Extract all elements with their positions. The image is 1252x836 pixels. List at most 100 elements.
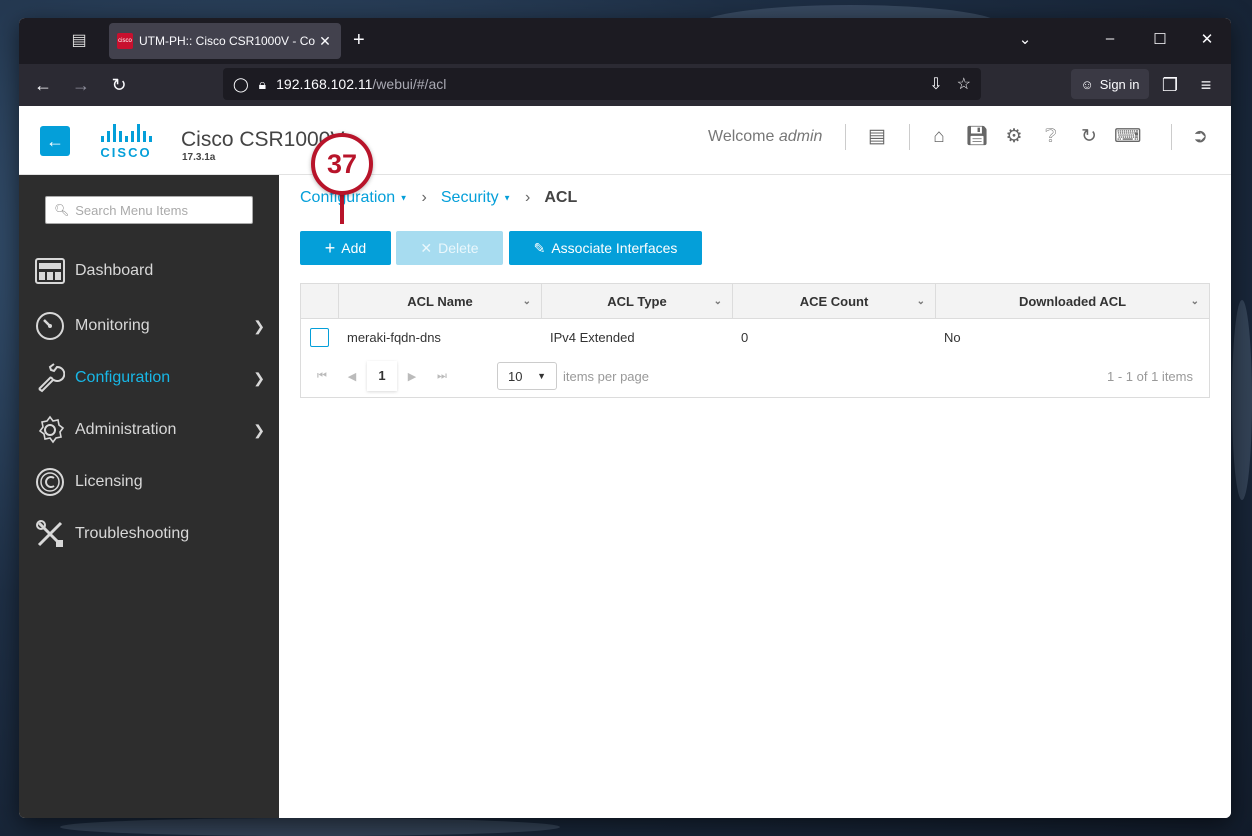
current-page-number[interactable]: 1 [367,361,397,391]
previous-page-icon[interactable]: ◀︎ [337,370,367,383]
search-icon: 🔍︎ [54,203,70,217]
bookmark-star-icon[interactable]: ☆ [957,74,971,94]
sidebar-item-label: Configuration [75,369,171,386]
page-size-select[interactable]: 10 ▼ [497,362,557,390]
router-icon[interactable]: ▤ [865,125,889,149]
sidebar-item-dashboard[interactable]: Dashboard [19,251,279,291]
row-checkbox[interactable] [310,328,329,347]
sidebar-item-label: Licensing [75,473,143,490]
app-header: ← CISCO Cisco CSR1000V 17.3.1a Welcome a… [19,106,1231,175]
browser-tab-active[interactable]: cisco UTM-PH:: Cisco CSR1000V - Co ✕ [109,23,341,59]
breadcrumb-separator: › [421,189,427,206]
sidebar-item-configuration[interactable]: Configuration ❯ [19,358,279,398]
cisco-logo-text: CISCO [100,145,152,160]
cell-acl-name[interactable]: meraki-fqdn-dns [339,330,542,345]
save-icon[interactable]: 💾︎ [965,125,989,149]
chevron-right-icon: ❯ [253,317,265,334]
help-icon[interactable]: ❔︎ [1039,125,1063,149]
last-page-icon[interactable]: ⏭︎ [427,370,457,383]
cisco-favicon-icon: cisco [117,33,133,49]
url-host: 192.168.102.11 [276,76,373,92]
delete-button[interactable]: ✕ Delete [396,231,503,265]
step-number-marker: 37 [311,133,373,195]
gear-icon [34,414,66,446]
browser-titlebar: ▤ cisco UTM-PH:: Cisco CSR1000V - Co ✕ +… [19,18,1231,64]
pager-summary: 1 - 1 of 1 items [1107,368,1193,384]
grid-pager: ⏮︎ ◀︎ 1 ▶︎ ⏭︎ 10 ▼ items per page 1 - 1 … [301,356,1209,396]
page-size-value: 10 [508,368,523,384]
home-icon[interactable]: ⌂ [927,125,951,149]
column-header-downloaded-acl[interactable]: Downloaded ACL ⌄ [936,284,1209,318]
header-divider [1171,124,1172,150]
chevron-down-icon[interactable]: ⌄ [523,296,531,307]
plus-icon: + [324,237,336,258]
header-divider [909,124,910,150]
table-row[interactable]: meraki-fqdn-dns IPv4 Extended 0 No [301,319,1209,356]
url-path: /webui/#/acl [372,76,447,92]
tab-overview-icon[interactable]: ▤ [67,30,91,52]
maximize-icon[interactable]: ☐ [1149,30,1171,48]
chevron-down-icon[interactable]: ⌄ [714,296,722,307]
chevron-down-icon[interactable]: ⌄ [917,296,925,307]
gauge-icon [34,310,66,342]
new-tab-icon[interactable]: + [353,30,365,50]
sidebar-item-licensing[interactable]: Licensing [19,462,279,502]
tab-title: UTM-PH:: Cisco CSR1000V - Co [139,34,316,48]
reload-icon[interactable]: ↻ [107,74,131,96]
breadcrumb-separator: › [525,189,531,206]
step-marker-pointer [340,194,344,224]
associate-interfaces-button[interactable]: ✎ Associate Interfaces [509,231,702,265]
column-header-ace-count[interactable]: ACE Count ⌄ [733,284,936,318]
items-per-page-label: items per page [563,368,649,384]
row-select-cell [301,328,339,347]
menu-search-box[interactable]: 🔍︎ [45,196,253,224]
cell-downloaded-acl: No [944,330,961,345]
sidebar-item-troubleshooting[interactable]: Troubleshooting [19,514,279,554]
sidebar-item-administration[interactable]: Administration ❯ [19,410,279,450]
acl-grid: ACL Name ⌄ ACL Type ⌄ ACE Count ⌄ Downloade… [300,283,1210,398]
delete-label: Delete [438,240,479,256]
chevron-down-icon[interactable]: ⌄ [1191,296,1199,307]
shield-icon[interactable]: ◯ [233,76,249,93]
tab-list-chevron-icon[interactable]: ⌄ [1014,30,1036,48]
main-content: Configuration ▼ › Security ▼ › ACL + Add… [279,175,1231,818]
grid-header: ACL Name ⌄ ACL Type ⌄ ACE Count ⌄ Downloade… [301,284,1209,319]
pencil-icon: ✎ [533,239,546,256]
extensions-icon[interactable]: ❐ [1158,74,1182,96]
column-header-acl-type[interactable]: ACL Type ⌄ [542,284,733,318]
download-icon[interactable]: ⇩ [929,74,942,94]
wrench-icon [34,362,66,394]
license-icon [34,466,66,498]
logout-icon[interactable]: ➲ [1188,125,1212,149]
sidebar-item-label: Dashboard [75,262,154,279]
caret-down-icon: ▼ [537,371,546,381]
url-bar[interactable]: ◯ 🔒︎ 192.168.102.11/webui/#/acl ⇩ ☆ [223,68,981,100]
next-page-icon[interactable]: ▶︎ [397,370,427,383]
account-icon: ☺ [1080,76,1094,92]
select-all-column [301,284,339,318]
column-header-acl-name[interactable]: ACL Name ⌄ [339,284,542,318]
language-icon[interactable]: ⌨ [1114,125,1141,149]
minimize-icon[interactable]: – [1099,30,1121,47]
add-button[interactable]: + Add [300,231,391,265]
dashboard-icon [34,255,66,287]
forward-arrow-icon[interactable]: → [69,74,93,96]
refresh-icon[interactable]: ↻ [1077,125,1101,149]
sidebar-item-label: Administration [75,421,177,438]
collapse-back-button[interactable]: ← [40,126,70,156]
sign-in-button[interactable]: ☺ Sign in [1071,69,1149,99]
menu-search-input[interactable] [75,202,246,218]
menu-hamburger-icon[interactable]: ≡ [1194,74,1218,96]
first-page-icon[interactable]: ⏮︎ [307,370,337,383]
back-arrow-icon[interactable]: ← [31,74,55,96]
sidebar-item-label: Monitoring [75,317,150,334]
browser-navbar: ← → ↻ ◯ 🔒︎ 192.168.102.11/webui/#/acl ⇩ … [19,64,1231,106]
breadcrumb-security[interactable]: Security ▼ [441,189,511,207]
window-close-icon[interactable]: ✕ [1196,30,1218,48]
settings-gear-icon[interactable]: ⚙ [1002,125,1026,149]
chevron-right-icon: ❯ [253,421,265,438]
lock-icon[interactable]: 🔒︎ [259,76,266,93]
sidebar-item-monitoring[interactable]: Monitoring ❯ [19,306,279,346]
tab-close-icon[interactable]: ✕ [317,33,333,50]
cell-acl-type: IPv4 Extended [550,330,635,345]
